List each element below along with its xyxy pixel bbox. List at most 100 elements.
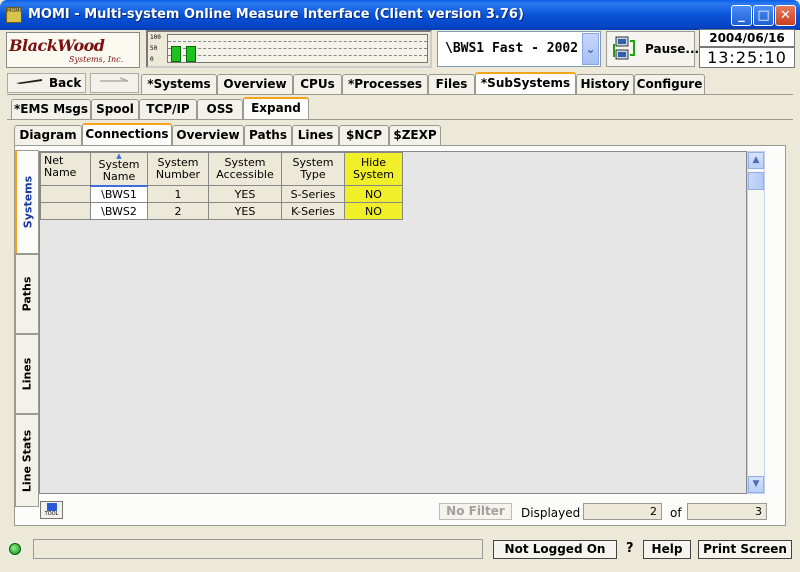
vertical-scrollbar[interactable]: ▲ ▼: [747, 151, 765, 494]
side-tab-label: Systems: [21, 175, 34, 229]
graph-plot-area: [167, 34, 428, 63]
maximize-button[interactable]: □: [753, 5, 774, 26]
side-tab-label: Lines: [20, 357, 34, 391]
arrow-right-icon: [98, 76, 132, 89]
cell-system-name: \BWS2: [90, 202, 148, 220]
cell-system-number: 1: [147, 185, 209, 203]
print-screen-button[interactable]: Print Screen: [698, 540, 792, 559]
help-question-icon[interactable]: ?: [626, 541, 634, 556]
tab-files[interactable]: Files: [428, 74, 475, 94]
login-button[interactable]: Not Logged On: [493, 540, 617, 559]
column-header-label: System Name: [98, 158, 140, 184]
back-button[interactable]: Back: [7, 73, 86, 93]
current-time: 13:25:10: [699, 47, 795, 68]
tool-label: TOOL: [44, 511, 59, 517]
column-header-system-number[interactable]: System Number: [147, 152, 209, 186]
table-header-row: Net Name ▲ System Name System Number Sys…: [40, 152, 403, 187]
tab-processes[interactable]: *Processes: [342, 74, 428, 94]
side-tab-line-stats[interactable]: Line Stats: [15, 414, 39, 507]
tab-oss[interactable]: OSS: [197, 99, 243, 119]
graph-bar: [171, 46, 181, 62]
system-selector-dropdown[interactable]: \BWS1 Fast - 2002 ⌄: [437, 31, 601, 67]
cell-system-type: K-Series: [281, 202, 345, 220]
total-count: 3: [687, 503, 767, 520]
status-message-field: [33, 539, 483, 559]
systems-grid[interactable]: Net Name ▲ System Name System Number Sys…: [39, 151, 747, 494]
column-header-net-name[interactable]: Net Name: [40, 152, 91, 186]
tab-zexp[interactable]: $ZEXP: [389, 125, 441, 145]
tab-subsystems[interactable]: *SubSystems: [475, 72, 576, 94]
title-bar[interactable]: MOMI MOMI - Multi-system Online Measure …: [0, 0, 800, 30]
graph-gridline: [168, 48, 427, 49]
side-tab-label: Line Stats: [20, 429, 34, 492]
cell-system-number: 2: [147, 202, 209, 220]
side-tab-label: Paths: [20, 276, 34, 312]
side-tab-systems[interactable]: Systems: [15, 150, 39, 254]
pause-label: Pause...: [645, 42, 700, 56]
tab-configure[interactable]: Configure: [634, 74, 705, 94]
close-button[interactable]: ✕: [775, 5, 796, 26]
systems-table: Net Name ▲ System Name System Number Sys…: [40, 152, 403, 220]
cell-net-name: [40, 185, 91, 203]
column-header-hide-system[interactable]: Hide System: [344, 152, 403, 186]
cell-hide-system[interactable]: NO: [344, 185, 403, 203]
no-filter-button[interactable]: No Filter: [439, 503, 512, 520]
tab-paths[interactable]: Paths: [244, 125, 292, 145]
tab-history[interactable]: History: [576, 74, 634, 94]
forward-button[interactable]: [90, 73, 139, 93]
cell-net-name: [40, 202, 91, 220]
column-header-system-accessible[interactable]: System Accessible: [208, 152, 282, 186]
tab-ncp[interactable]: $NCP: [339, 125, 389, 145]
column-header-system-name[interactable]: ▲ System Name: [90, 152, 148, 187]
window-title: MOMI - Multi-system Online Measure Inter…: [28, 7, 524, 22]
table-row[interactable]: \BWS1 1 YES S-Series NO: [40, 185, 403, 203]
tool-icon: [47, 503, 57, 511]
scroll-up-button[interactable]: ▲: [748, 152, 764, 169]
tab-connections[interactable]: Connections: [82, 123, 172, 145]
back-label: Back: [49, 76, 82, 90]
tab-cpus[interactable]: CPUs: [293, 74, 342, 94]
column-header-system-type[interactable]: System Type: [281, 152, 345, 186]
displayed-count: 2: [583, 503, 662, 520]
side-tab-paths[interactable]: Paths: [15, 254, 39, 334]
tabstrip-divider: [7, 94, 793, 95]
tab-overview[interactable]: Overview: [217, 74, 293, 94]
pause-button[interactable]: Pause...: [606, 31, 699, 67]
cell-hide-system[interactable]: NO: [344, 202, 403, 220]
computers-icon: [611, 35, 637, 63]
side-tab-lines[interactable]: Lines: [15, 334, 39, 414]
of-label: of: [670, 506, 682, 520]
tab-expand[interactable]: Expand: [243, 97, 309, 119]
connection-status-icon: [9, 543, 21, 555]
cell-system-name: \BWS1: [90, 185, 148, 203]
graph-gridline: [168, 55, 427, 56]
system-selector-value: \BWS1 Fast - 2002: [445, 41, 579, 56]
help-button[interactable]: Help: [643, 540, 691, 559]
minimize-button[interactable]: _: [731, 5, 752, 26]
displayed-label: Displayed: [521, 506, 581, 520]
app-icon: MOMI: [6, 7, 22, 23]
table-row[interactable]: \BWS2 2 YES K-Series NO: [40, 202, 403, 220]
graph-gridline: [168, 41, 427, 42]
tab-ems-msgs[interactable]: *EMS Msgs: [11, 99, 91, 119]
graph-label-100: 100: [150, 34, 161, 41]
cpu-busy-graph: 100 50 0: [146, 30, 432, 68]
arrow-left-icon: [14, 77, 44, 92]
tool-button[interactable]: TOOL: [40, 501, 63, 519]
scroll-thumb[interactable]: [748, 172, 764, 190]
cell-system-type: S-Series: [281, 185, 345, 203]
graph-label-0: 0: [150, 56, 154, 63]
logo-subtitle: Systems, Inc.: [69, 55, 124, 64]
logo-name: BlackWood: [9, 36, 105, 55]
tabstrip-divider: [7, 119, 793, 120]
tab-diagram[interactable]: Diagram: [14, 125, 82, 145]
tab-tcpip[interactable]: TCP/IP: [139, 99, 197, 119]
scroll-down-button[interactable]: ▼: [748, 476, 764, 493]
tab-systems[interactable]: *Systems: [141, 74, 217, 94]
chevron-down-icon[interactable]: ⌄: [582, 33, 599, 65]
tab-expand-overview[interactable]: Overview: [172, 125, 244, 145]
company-logo: BlackWood Systems, Inc.: [6, 32, 140, 68]
tab-lines[interactable]: Lines: [292, 125, 339, 145]
cell-system-accessible: YES: [208, 202, 282, 220]
tab-spool[interactable]: Spool: [91, 99, 139, 119]
